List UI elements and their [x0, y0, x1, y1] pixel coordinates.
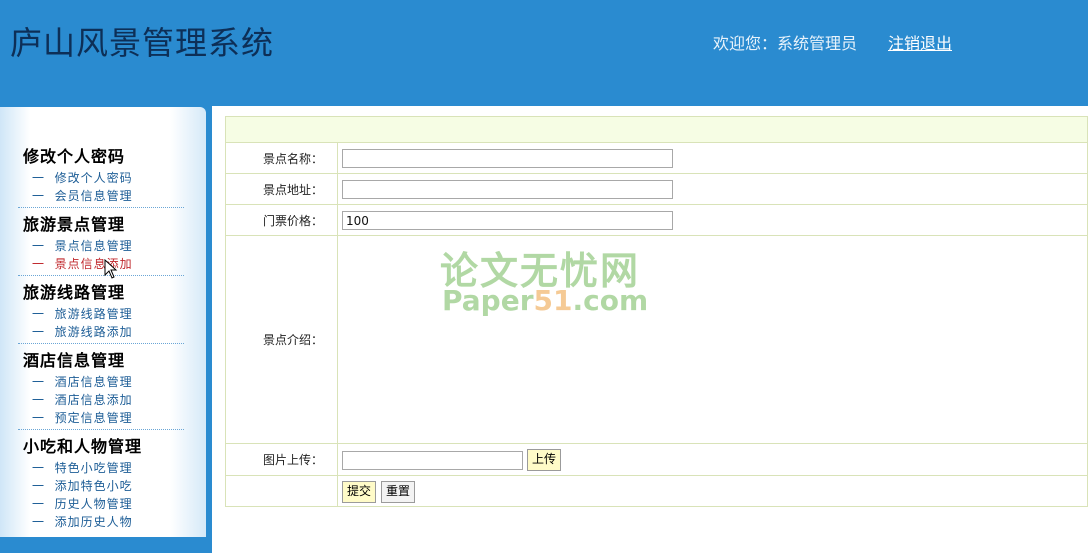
address-label: 景点地址： [226, 174, 338, 204]
nav-item-label: 酒店信息添加 [54, 393, 133, 407]
form-row-address: 景点地址： [226, 174, 1087, 205]
ticket-price-input[interactable] [342, 211, 673, 230]
nav-item-people-add[interactable]: 一 添加历史人物 [32, 513, 133, 530]
nav-heading-hotel: 酒店信息管理 [23, 351, 126, 370]
welcome-text: 欢迎您：系统管理员 [713, 34, 858, 53]
nav-item-route-add[interactable]: 一 旅游线路添加 [32, 323, 133, 340]
nav-item-prefix: 一 [32, 479, 46, 493]
mouse-cursor-icon [104, 259, 118, 279]
form-row-actions: 提交 重置 [226, 476, 1087, 506]
nav-item-prefix: 一 [32, 325, 46, 339]
nav-item-snack-add[interactable]: 一 添加特色小吃 [32, 477, 133, 494]
nav-item-prefix: 一 [32, 257, 46, 271]
form-row-name: 景点名称： [226, 143, 1087, 174]
nav-item-label: 特色小吃管理 [54, 461, 133, 475]
nav-heading-password: 修改个人密码 [23, 147, 126, 166]
nav-heading-route: 旅游线路管理 [23, 283, 126, 302]
form-row-image: 图片上传： 上传 [226, 444, 1087, 476]
nav-item-prefix: 一 [32, 411, 46, 425]
nav-item-label: 旅游线路添加 [54, 325, 133, 339]
nav-item-member-manage[interactable]: 一 会员信息管理 [32, 187, 133, 204]
nav-item-people-manage[interactable]: 一 历史人物管理 [32, 495, 133, 512]
scenic-name-input[interactable] [342, 149, 673, 168]
form-row-price: 门票价格： [226, 205, 1087, 236]
nav-item-prefix: 一 [32, 375, 46, 389]
nav-item-prefix: 一 [32, 497, 46, 511]
nav-item-prefix: 一 [32, 189, 46, 203]
nav-item-prefix: 一 [32, 515, 46, 529]
nav-item-booking-manage[interactable]: 一 预定信息管理 [32, 409, 133, 426]
nav-item-scenic-manage[interactable]: 一 景点信息管理 [32, 237, 133, 254]
nav-heading-scenic: 旅游景点管理 [23, 215, 126, 234]
nav-item-route-manage[interactable]: 一 旅游线路管理 [32, 305, 133, 322]
form-row-intro: 景点介绍： [226, 236, 1087, 444]
main-content: 景点名称： 景点地址： 门票价格： 景点介绍： 图片上传： 上传 [212, 106, 1088, 553]
name-label: 景点名称： [226, 143, 338, 173]
image-label: 图片上传： [226, 444, 338, 475]
header-bar: 庐山风景管理系统 欢迎您：系统管理员 注销退出 [0, 0, 1088, 106]
nav-item-label: 会员信息管理 [54, 189, 133, 203]
nav-item-snack-manage[interactable]: 一 特色小吃管理 [32, 459, 133, 476]
scenic-address-input[interactable] [342, 180, 673, 199]
upload-button[interactable]: 上传 [527, 449, 562, 471]
nav-item-label: 景点信息添加 [54, 257, 133, 271]
nav-divider [18, 343, 184, 344]
nav-item-label: 添加特色小吃 [54, 479, 133, 493]
nav-item-prefix: 一 [32, 239, 46, 253]
intro-editor-area[interactable] [338, 236, 1087, 443]
nav-heading-snack-people: 小吃和人物管理 [23, 437, 143, 456]
nav-item-label: 修改个人密码 [54, 171, 133, 185]
nav-item-hotel-add[interactable]: 一 酒店信息添加 [32, 391, 133, 408]
nav-item-label: 添加历史人物 [54, 515, 133, 529]
nav-item-hotel-manage[interactable]: 一 酒店信息管理 [32, 373, 133, 390]
sidebar-footer-strip [0, 537, 212, 553]
nav-item-prefix: 一 [32, 461, 46, 475]
nav-item-label: 旅游线路管理 [54, 307, 133, 321]
nav-item-change-password[interactable]: 一 修改个人密码 [32, 169, 133, 186]
nav-item-prefix: 一 [32, 307, 46, 321]
nav-item-label: 预定信息管理 [54, 411, 133, 425]
nav-item-prefix: 一 [32, 393, 46, 407]
image-path-input[interactable] [342, 451, 523, 470]
nav-item-label: 酒店信息管理 [54, 375, 133, 389]
nav-divider [18, 275, 184, 276]
nav-item-label: 景点信息管理 [54, 239, 133, 253]
nav-item-prefix: 一 [32, 171, 46, 185]
scenic-add-form: 景点名称： 景点地址： 门票价格： 景点介绍： 图片上传： 上传 [225, 116, 1088, 507]
submit-button[interactable]: 提交 [342, 481, 377, 503]
app-title: 庐山风景管理系统 [10, 24, 275, 62]
intro-label: 景点介绍： [226, 236, 338, 443]
sidebar: 修改个人密码 一 修改个人密码 一 会员信息管理 旅游景点管理 一 景点信息管理… [0, 107, 206, 537]
reset-button[interactable]: 重置 [381, 481, 416, 503]
form-header-row [226, 117, 1087, 143]
nav-divider [18, 207, 184, 208]
nav-item-label: 历史人物管理 [54, 497, 133, 511]
logout-link[interactable]: 注销退出 [888, 30, 952, 54]
nav-divider [18, 429, 184, 430]
price-label: 门票价格： [226, 205, 338, 235]
